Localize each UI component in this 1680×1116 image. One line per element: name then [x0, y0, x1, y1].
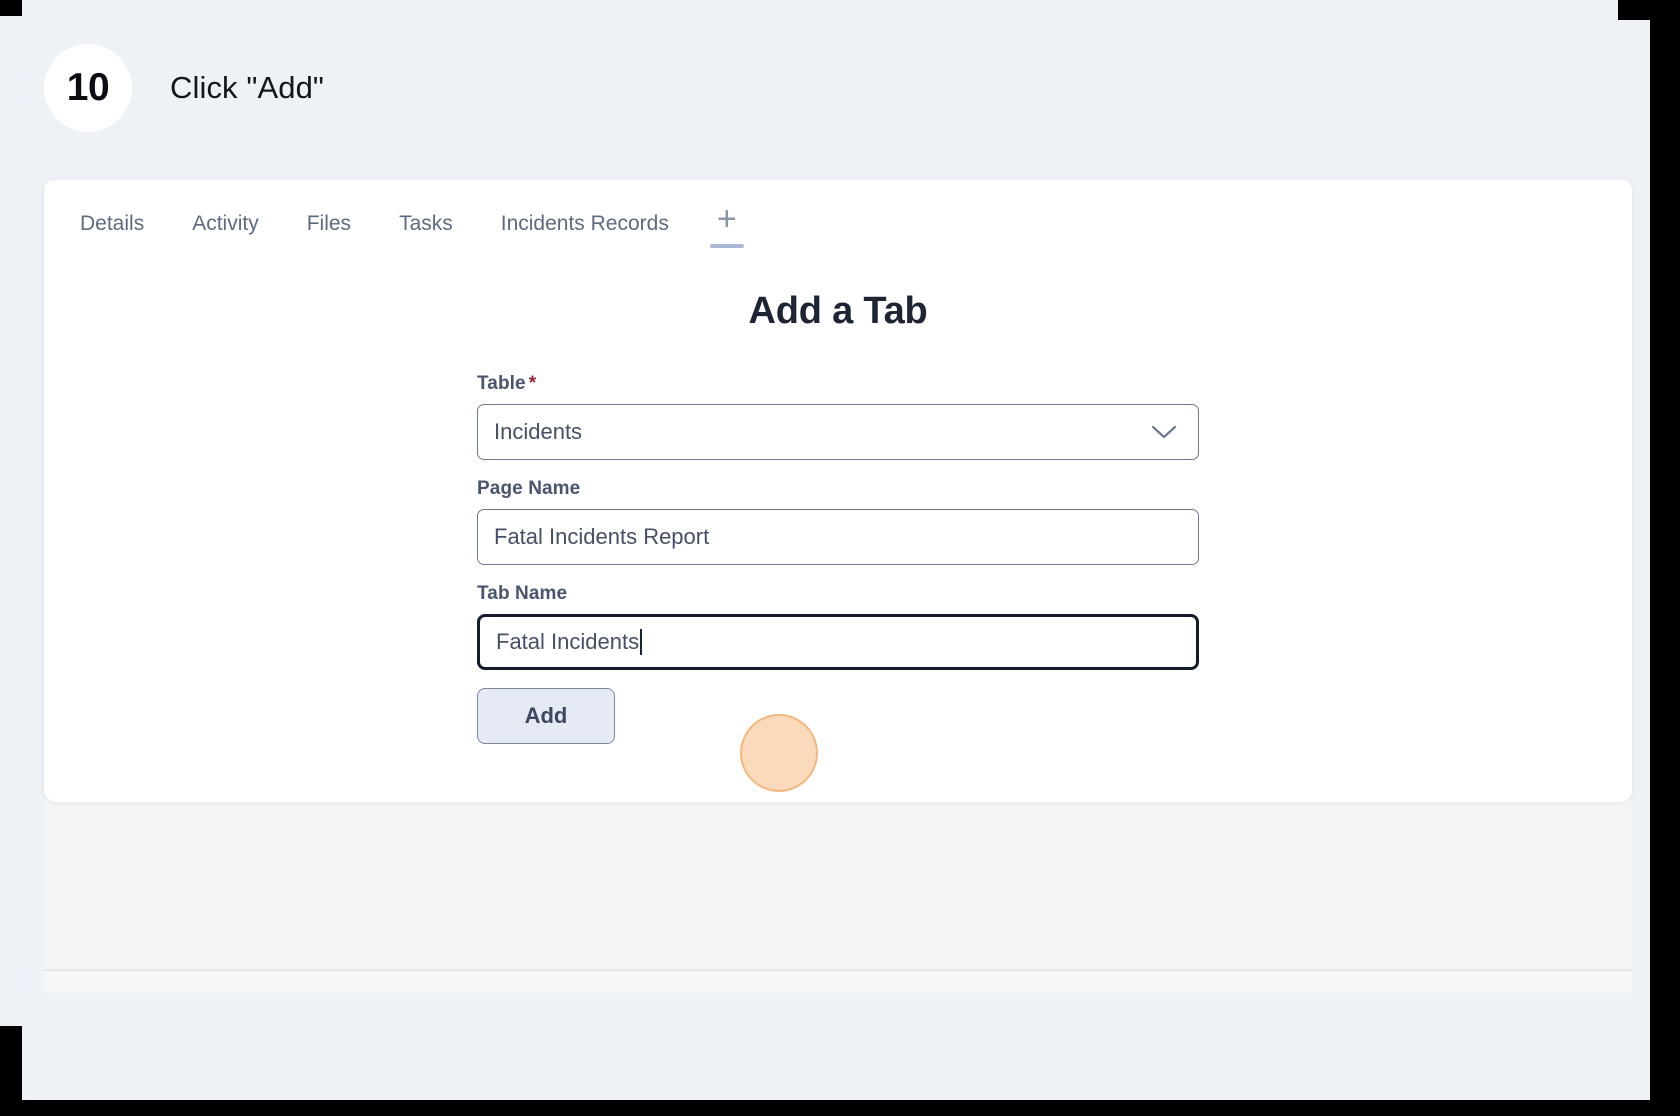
content-underlay-panel-lower	[44, 971, 1632, 993]
tab-label: Incidents Records	[500, 212, 669, 235]
add-button[interactable]: Add	[477, 688, 615, 744]
frame-corner-top-right	[1618, 0, 1680, 20]
tab-name-input[interactable]: Fatal Incidents	[477, 614, 1199, 670]
step-number-badge: 10	[44, 44, 132, 132]
tab-name-value: Fatal Incidents	[496, 629, 640, 654]
step-header: 10 Click "Add"	[44, 44, 324, 132]
tab-bar: Details Activity Files Tasks Incidents R…	[44, 180, 761, 258]
step-title: Click "Add"	[170, 70, 325, 105]
tab-incidents-records[interactable]: Incidents Records	[477, 204, 693, 258]
record-detail-card: Details Activity Files Tasks Incidents R…	[44, 180, 1632, 802]
label-text: Table	[477, 373, 526, 394]
tab-label: Activity	[192, 212, 259, 235]
frame-corner-top-left	[0, 0, 22, 16]
tab-tasks[interactable]: Tasks	[375, 204, 477, 258]
page-name-value: Fatal Incidents Report	[494, 524, 710, 549]
page-canvas: 10 Click "Add" Details Activity Files Ta…	[0, 0, 1650, 1100]
table-select-value: Incidents	[494, 419, 583, 444]
tab-label: Details	[80, 212, 145, 235]
table-field-label: Table *	[477, 373, 1199, 395]
form-fields: Table * Incidents Page Name Fatal Inciden…	[477, 373, 1199, 744]
required-asterisk: *	[528, 373, 537, 394]
table-select[interactable]: Incidents	[477, 404, 1199, 460]
chevron-down-icon	[1150, 423, 1178, 441]
page-name-field-label: Page Name	[477, 478, 581, 499]
tab-activity[interactable]: Activity	[168, 204, 283, 258]
text-cursor	[640, 629, 643, 655]
tab-files[interactable]: Files	[283, 204, 375, 258]
frame-edge-bottom	[0, 1100, 1680, 1116]
tab-details[interactable]: Details	[56, 204, 168, 258]
form-heading: Add a Tab	[748, 290, 928, 332]
frame-edge-right	[1650, 0, 1680, 1116]
plus-icon: +	[716, 200, 737, 238]
add-tab-form: Add a Tab Table * Incidents Page Name Fa…	[44, 290, 1632, 744]
page-name-input[interactable]: Fatal Incidents Report	[477, 509, 1199, 565]
frame-edge-left-bottom	[0, 1026, 22, 1116]
tab-label: Tasks	[399, 212, 453, 235]
tab-name-field-label: Tab Name	[477, 583, 568, 604]
tab-add-new[interactable]: +	[693, 202, 761, 254]
content-underlay-panel	[44, 800, 1632, 972]
tab-label: Files	[306, 212, 352, 235]
